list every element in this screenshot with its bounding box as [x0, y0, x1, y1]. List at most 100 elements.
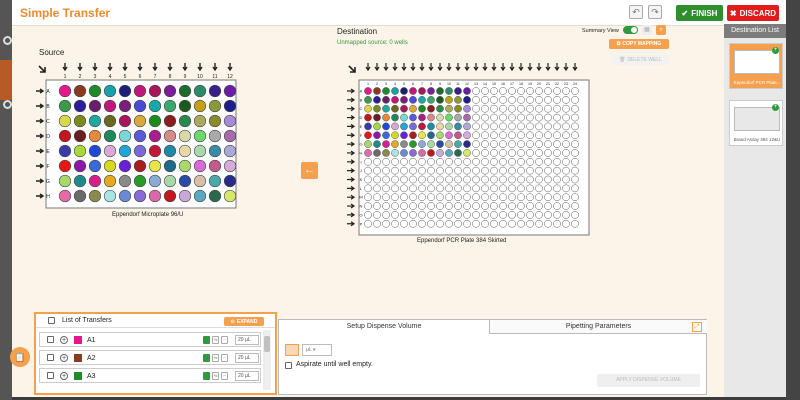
destination-well[interactable]: [427, 96, 435, 104]
column-select-arrow[interactable]: [167, 63, 173, 72]
destination-well[interactable]: [400, 219, 408, 228]
destination-well[interactable]: [562, 149, 570, 157]
destination-well[interactable]: [463, 140, 471, 148]
destination-well[interactable]: [553, 166, 561, 175]
destination-well[interactable]: [409, 149, 417, 157]
map-transfer-button[interactable]: ←: [301, 162, 318, 179]
destination-well[interactable]: [409, 87, 417, 95]
percent-icon[interactable]: %: [212, 354, 219, 362]
destination-well[interactable]: [490, 219, 498, 228]
source-well[interactable]: [163, 99, 177, 113]
row-select-arrow[interactable]: [347, 159, 356, 165]
destination-well[interactable]: [517, 104, 525, 113]
destination-well[interactable]: [499, 122, 507, 131]
destination-well[interactable]: [517, 175, 525, 184]
destination-well[interactable]: [454, 113, 462, 122]
destination-well[interactable]: [391, 166, 399, 175]
row-select-arrow[interactable]: [36, 193, 45, 199]
destination-well[interactable]: [409, 193, 417, 202]
source-well[interactable]: [148, 174, 162, 188]
source-well[interactable]: [88, 84, 102, 98]
destination-well[interactable]: [463, 149, 471, 157]
destination-well[interactable]: [373, 104, 381, 113]
column-select-arrow[interactable]: [554, 63, 560, 72]
destination-well[interactable]: [391, 96, 399, 104]
destination-well[interactable]: [391, 193, 399, 202]
destination-well[interactable]: [481, 193, 489, 202]
source-well[interactable]: [73, 174, 87, 188]
column-select-arrow[interactable]: [509, 63, 515, 72]
column-select-arrow[interactable]: [482, 63, 488, 72]
source-well[interactable]: [178, 84, 192, 98]
destination-well[interactable]: [571, 157, 579, 166]
row-select-arrow[interactable]: [347, 203, 356, 209]
destination-well[interactable]: [445, 113, 453, 122]
destination-well[interactable]: [418, 175, 426, 184]
percent-icon[interactable]: %: [212, 336, 219, 344]
destination-well[interactable]: [427, 122, 435, 131]
destination-well[interactable]: [490, 149, 498, 157]
destination-well[interactable]: [409, 96, 417, 104]
destination-well[interactable]: [562, 175, 570, 184]
column-select-arrow[interactable]: [152, 63, 158, 72]
source-well[interactable]: [148, 99, 162, 113]
source-well[interactable]: [103, 84, 117, 98]
destination-well[interactable]: [463, 193, 471, 202]
source-well[interactable]: [208, 114, 222, 128]
source-well[interactable]: [223, 84, 237, 98]
destination-well[interactable]: [418, 184, 426, 193]
destination-well[interactable]: [535, 193, 543, 202]
column-select-arrow[interactable]: [563, 63, 569, 72]
destination-well[interactable]: [481, 113, 489, 122]
column-select-arrow[interactable]: [197, 63, 203, 72]
destination-well[interactable]: [508, 166, 516, 175]
source-well[interactable]: [208, 129, 222, 143]
destination-well[interactable]: [409, 184, 417, 193]
destination-well[interactable]: [373, 96, 381, 104]
column-select-arrow[interactable]: [446, 63, 452, 72]
destination-well[interactable]: [391, 202, 399, 210]
destination-well[interactable]: [526, 96, 534, 104]
destination-well[interactable]: [463, 122, 471, 131]
redo-button[interactable]: ↷: [648, 5, 662, 19]
destination-well[interactable]: [526, 131, 534, 140]
zoom-button[interactable]: ⌕: [656, 25, 666, 35]
destination-well[interactable]: [481, 175, 489, 184]
source-well[interactable]: [193, 129, 207, 143]
destination-well[interactable]: [418, 131, 426, 140]
source-well[interactable]: [178, 174, 192, 188]
destination-well[interactable]: [517, 166, 525, 175]
destination-well[interactable]: [562, 184, 570, 193]
row-select-arrow[interactable]: [347, 221, 356, 227]
source-well[interactable]: [118, 129, 132, 143]
destination-well[interactable]: [490, 175, 498, 184]
destination-well[interactable]: [436, 219, 444, 228]
destination-well[interactable]: [571, 211, 579, 219]
column-select-arrow[interactable]: [374, 63, 380, 72]
destination-well[interactable]: [445, 122, 453, 131]
column-select-arrow[interactable]: [383, 63, 389, 72]
destination-well[interactable]: [517, 122, 525, 131]
destination-well[interactable]: [382, 157, 390, 166]
destination-well[interactable]: [490, 184, 498, 193]
row-select-arrow[interactable]: [36, 163, 45, 169]
transfer-checkbox[interactable]: [47, 336, 54, 343]
destination-well[interactable]: [508, 149, 516, 157]
destination-well[interactable]: [382, 131, 390, 140]
column-select-arrow[interactable]: [122, 63, 128, 72]
copy-mapping-button[interactable]: ⧉ COPY MAPPING: [609, 39, 669, 49]
source-well[interactable]: [58, 129, 72, 143]
destination-well[interactable]: [382, 149, 390, 157]
destination-well[interactable]: [373, 166, 381, 175]
destination-well[interactable]: [490, 113, 498, 122]
destination-well[interactable]: [553, 140, 561, 148]
destination-well[interactable]: [553, 175, 561, 184]
destination-well[interactable]: [490, 96, 498, 104]
destination-well[interactable]: [391, 149, 399, 157]
row-select-arrow[interactable]: [36, 118, 45, 124]
destination-well[interactable]: [418, 219, 426, 228]
destination-well[interactable]: [445, 211, 453, 219]
destination-well[interactable]: [544, 122, 552, 131]
destination-well[interactable]: [418, 104, 426, 113]
destination-well[interactable]: [535, 166, 543, 175]
